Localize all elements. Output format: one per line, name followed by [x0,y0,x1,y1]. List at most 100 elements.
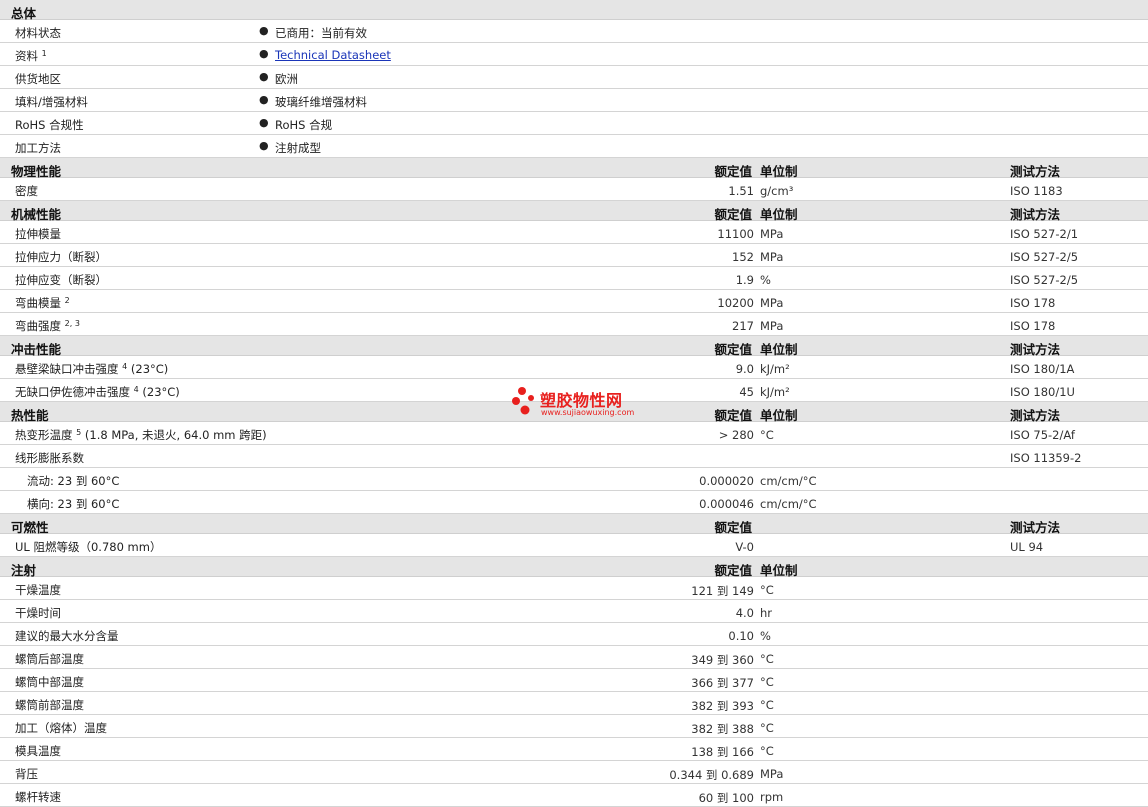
property-label-text: 加工（熔体）温度 [15,721,107,735]
general-row: 材料状态 ● 已商用：当前有效 [0,20,1148,43]
general-value: 欧洲 [275,72,298,86]
property-value: 11100 [717,227,754,241]
property-label: 螺筒后部温度 [15,651,84,667]
property-unit: % [760,629,771,643]
property-label: 横向: 23 到 60°C [27,496,119,512]
property-row: 螺筒后部温度 349 到 360 °C [0,646,1148,669]
property-test-method: ISO 180/1U [1010,385,1075,399]
property-unit: hr [760,606,773,620]
property-value: 10200 [717,296,754,310]
bullet-icon: ● [259,116,269,129]
section-header-general: 总体 [0,0,1148,21]
bullet-icon: ● [259,139,269,152]
property-label-text: 供货地区 [15,72,61,86]
property-value: 0.344 到 0.689 [669,768,754,782]
property-label-text: 拉伸模量 [15,227,61,241]
property-value: 152 [732,250,754,264]
property-label: UL 阻燃等级（0.780 mm） [15,539,161,555]
property-row: 螺筒中部温度 366 到 377 °C [0,669,1148,692]
general-value: RoHS 合规 [275,118,333,132]
property-label-text: 加工方法 [15,141,61,155]
property-row: 拉伸应变（断裂） 1.9% ISO 527-2/5 [0,267,1148,290]
property-label-text: 热变形温度 [15,428,73,442]
property-test-method: ISO 527-2/1 [1010,227,1079,241]
footnote-ref: 2, 3 [64,319,80,328]
bullet-icon: ● [259,93,269,106]
property-label: 流动: 23 到 60°C [27,473,119,489]
property-condition: (23°C) [127,362,169,376]
section-header: 可燃性 额定值 测试方法 [0,514,1148,535]
property-row: 拉伸模量 11100 MPa ISO 527-2/1 [0,221,1148,244]
footnote-ref: 1 [41,49,47,58]
property-label-text: 拉伸应变（断裂） [15,273,107,287]
property-label: 螺筒中部温度 [15,674,84,690]
property-label-text: 材料状态 [15,26,61,40]
property-label: RoHS 合规性 [15,117,84,133]
property-value: > 280 [718,428,754,442]
property-row: 背压 0.344 到 0.689 MPa [0,761,1148,784]
property-unit: MPa [760,296,784,310]
property-value: 1.9 [735,273,754,287]
property-unit: °C [760,428,774,442]
section-header: 注射 额定值 单位制 [0,557,1148,578]
property-label: 模具温度 [15,743,61,759]
property-unit: °C [760,698,774,712]
property-label-text: 密度 [15,184,38,198]
property-row: 模具温度 138 到 166 °C [0,738,1148,761]
property-value: 366 到 377 [691,676,754,690]
property-unit: MPa [760,250,784,264]
property-label: 弯曲模量 2 [15,295,70,311]
property-label-text: 填料/增强材料 [15,95,88,109]
property-unit: °C [760,721,774,735]
property-label-text: 干燥时间 [15,606,61,620]
general-value: 已商用：当前有效 [275,26,367,40]
property-row: UL 阻燃等级（0.780 mm） V-0 UL 94 [0,534,1148,557]
section-header: 冲击性能 额定值 单位制 测试方法 [0,336,1148,357]
property-row: 悬壁梁缺口冲击强度 4 (23°C) 9.0 kJ/m² ISO 180/1A [0,356,1148,379]
property-unit: cm/cm/°C [760,497,817,511]
property-label-text: 弯曲模量 [15,296,61,310]
property-label: 建议的最大水分含量 [15,628,119,644]
property-label-text: RoHS 合规性 [15,118,84,132]
property-label: 螺杆转速 [15,789,61,805]
property-label-text: 模具温度 [15,744,61,758]
property-value: 349 到 360 [691,653,754,667]
property-value: 138 到 166 [691,745,754,759]
property-label: 拉伸应变（断裂） [15,272,107,288]
datasheet-link[interactable]: Technical Datasheet [275,48,391,62]
property-condition: (23°C) [138,385,180,399]
property-label: 材料状态 [15,25,61,41]
property-row: 螺杆转速 60 到 100 rpm [0,784,1148,807]
property-label: 背压 [15,766,38,782]
property-unit: % [760,273,771,287]
property-label-text: 螺筒中部温度 [15,675,84,689]
footnote-ref: 4 [122,362,128,371]
property-unit: °C [760,675,774,689]
bullet-icon: ● [259,24,269,37]
property-label-text: 线形膨胀系数 [15,451,84,465]
property-test-method: ISO 75-2/Af [1010,428,1075,442]
general-row: RoHS 合规性 ● RoHS 合规 [0,112,1148,135]
property-label-text: 无缺口伊佐德冲击强度 [15,385,130,399]
property-sections: 物理性能 额定值 单位制 测试方法 密度 1.51 g/cm³ ISO 1183 机械性能 额定值… [0,158,1148,807]
property-label-text: 干燥温度 [15,583,61,597]
footnote-ref: 4 [133,385,139,394]
general-section: 总体 材料状态 ● 已商用：当前有效 资料 1 ● Technical Datasheet… [0,0,1148,158]
property-row: 线形膨胀系数 ISO 11359-2 [0,445,1148,468]
property-row: 流动: 23 到 60°C 0.000020 cm/cm/°C [0,468,1148,491]
general-value: 玻璃纤维增强材料 [275,95,367,109]
property-row: 横向: 23 到 60°C 0.000046 cm/cm/°C [0,491,1148,514]
general-row: 资料 1 ● Technical Datasheet [0,43,1148,66]
property-label: 干燥温度 [15,582,61,598]
property-unit: cm/cm/°C [760,474,817,488]
property-row: 螺筒前部温度 382 到 393 °C [0,692,1148,715]
bullet-icon: ● [259,47,269,60]
property-unit: MPa [760,319,784,333]
property-condition: (1.8 MPa, 未退火, 64.0 mm 跨距) [81,428,267,442]
property-label: 干燥时间 [15,605,61,621]
property-row: 建议的最大水分含量 0.10% [0,623,1148,646]
property-unit: rpm [760,790,784,804]
property-unit: g/cm³ [760,184,794,198]
property-row: 热变形温度 5 (1.8 MPa, 未退火, 64.0 mm 跨距) > 280 °… [0,422,1148,445]
property-label: 弯曲强度 2, 3 [15,318,80,334]
